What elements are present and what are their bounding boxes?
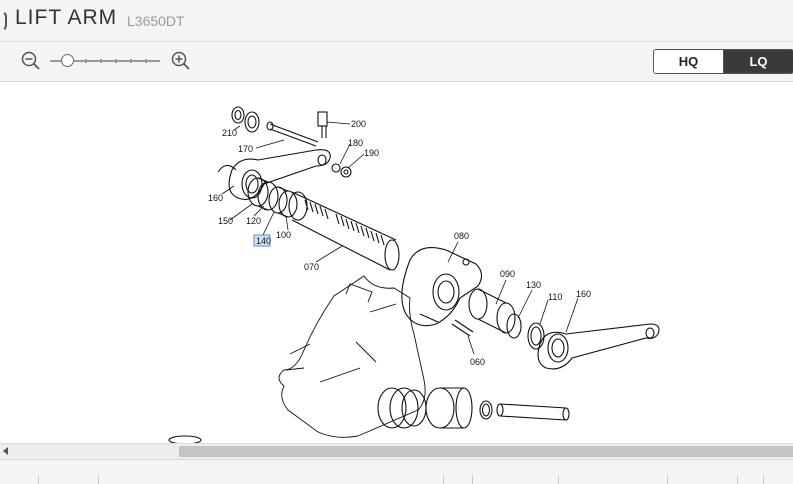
part-150-120-bushing[interactable] (247, 177, 279, 211)
label-180[interactable]: 180 (348, 138, 363, 148)
title-bar: LIFT ARM L3650DT (0, 0, 793, 42)
part-200-pin[interactable] (317, 111, 328, 138)
label-060[interactable]: 060 (470, 357, 485, 367)
lq-button[interactable]: LQ (723, 50, 793, 73)
zoom-slider-thumb[interactable] (61, 54, 75, 67)
zoom-slider[interactable] (50, 54, 160, 67)
label-160-left[interactable]: 160 (208, 193, 223, 203)
label-100[interactable]: 100 (276, 230, 291, 240)
part-160-right-arm[interactable] (537, 323, 660, 370)
zoom-out-icon[interactable] (21, 51, 41, 71)
label-210[interactable]: 210 (222, 128, 237, 138)
slider-tick (85, 59, 87, 63)
part-070-shaft[interactable] (288, 191, 400, 271)
part-180-190-nut[interactable] (331, 163, 352, 178)
label-120[interactable]: 120 (246, 216, 261, 226)
footer-bar (0, 459, 793, 484)
part-140-100-collar[interactable] (268, 186, 298, 218)
quality-toggle: HQ LQ (653, 49, 793, 74)
label-110[interactable]: 110 (548, 292, 562, 302)
slider-tick (115, 59, 117, 63)
part-080-arm[interactable] (401, 247, 483, 327)
part-060-pin[interactable] (451, 319, 474, 337)
part-130-110-ring[interactable] (506, 313, 545, 350)
zoom-in-icon[interactable] (171, 51, 191, 71)
parts-diagram-canvas[interactable]: 210 200 170 180 190 160 150 120 140 100 … (0, 82, 793, 443)
horizontal-scrollbar[interactable] (0, 443, 793, 459)
hq-button[interactable]: HQ (654, 50, 723, 73)
label-080[interactable]: 080 (454, 231, 469, 241)
parts-diagram: 210 200 170 180 190 160 150 120 140 100 … (168, 106, 660, 443)
slider-tick (130, 59, 132, 63)
page-title: LIFT ARM (15, 6, 118, 29)
hydraulic-housing[interactable] (278, 275, 426, 438)
part-090-sleeve[interactable] (468, 288, 516, 334)
piston-rod[interactable] (496, 403, 570, 421)
back-icon[interactable] (0, 10, 7, 32)
label-200[interactable]: 200 (351, 119, 366, 129)
bottom-part-edge (168, 435, 202, 443)
slider-tick (100, 59, 102, 63)
label-140[interactable]: 140 (256, 236, 271, 246)
model-number: L3650DT (127, 13, 185, 29)
slider-tick (145, 59, 147, 63)
label-130[interactable]: 130 (526, 280, 541, 290)
label-090[interactable]: 090 (500, 269, 515, 279)
label-170[interactable]: 170 (238, 144, 253, 154)
piston-seals[interactable] (377, 387, 493, 429)
part-labels: 210 200 170 180 190 160 150 120 140 100 … (208, 119, 591, 367)
part-160-left-arm[interactable] (217, 149, 331, 200)
scroll-left-arrow-icon[interactable] (3, 447, 8, 455)
label-190[interactable]: 190 (364, 148, 379, 158)
label-160-right[interactable]: 160 (576, 289, 591, 299)
label-070[interactable]: 070 (304, 262, 319, 272)
horizontal-scrollbar-thumb[interactable] (179, 446, 793, 457)
label-150[interactable]: 150 (218, 216, 233, 226)
